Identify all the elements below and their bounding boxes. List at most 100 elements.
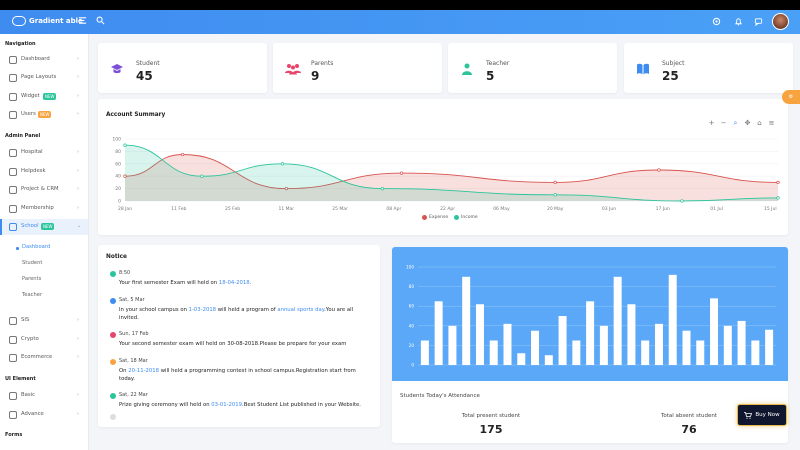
basic-icon (9, 392, 17, 400)
legend-expense[interactable]: Expense (422, 215, 448, 220)
sidebar-item-project-crm[interactable]: Project & CRM › (0, 182, 88, 198)
sidebar-item-label: Membership (21, 205, 54, 211)
book-icon (9, 223, 17, 231)
bell-icon[interactable] (734, 17, 743, 26)
settings-icon[interactable] (712, 17, 721, 26)
stat-label: Parents (311, 60, 334, 67)
buy-now-button[interactable]: Buy Now (737, 404, 787, 426)
chevron-right-icon: › (77, 186, 79, 192)
check-icon (110, 271, 116, 277)
menu-toggle-icon[interactable] (78, 16, 87, 25)
layout-icon (9, 74, 17, 82)
sidebar-item-basic[interactable]: Basic › (0, 388, 88, 404)
sidebar-item-page-layouts[interactable]: Page Layouts › (0, 70, 88, 86)
notice-card: Notice 8:50 Your first semester Exam wil… (98, 245, 380, 427)
data-point-income (280, 162, 285, 166)
y-tick-label: 100 (112, 137, 121, 143)
bar (462, 276, 471, 365)
active-dot (16, 247, 19, 250)
data-point-expense (657, 168, 661, 172)
sidebar-item-label: Ecommerce (21, 354, 53, 360)
student-icon (111, 64, 123, 74)
chevron-right-icon: › (77, 93, 79, 99)
notice-text-part: . (249, 280, 252, 286)
sidebar-item-helpdesk[interactable]: Helpdesk › (0, 164, 88, 180)
x-tick-label: 25 Feb (225, 206, 240, 212)
bar (586, 301, 595, 365)
sidebar-item-label: Crypto (21, 336, 39, 342)
app-window: Gradient able Navigation Dashboard › Pag… (0, 10, 800, 450)
notice-link[interactable]: annual sports day (277, 307, 324, 313)
chevron-right-icon: › (77, 74, 79, 80)
notice-link[interactable]: 03-01-2019 (211, 402, 242, 408)
section-ui-element: UI Element (5, 376, 36, 382)
bar (682, 330, 691, 365)
users-icon (9, 111, 17, 119)
sidebar-item-label: Advance (21, 411, 44, 417)
sidebar-item-hospital[interactable]: Hospital › (0, 145, 88, 161)
sidebar-item-label: Dashboard (21, 56, 50, 62)
sidebar-item-ecommerce[interactable]: Ecommerce › (0, 350, 88, 366)
x-tick-label: 06 May (493, 206, 510, 212)
sidebar-subitem-parents[interactable]: Parents (0, 274, 88, 286)
notice-text: Your first semester Exam will held on 18… (119, 279, 369, 287)
legend-label: Expense (429, 215, 449, 220)
x-tick-label: 11 Mar (279, 206, 295, 212)
top-bar: Gradient able (0, 10, 800, 34)
notice-text-part: In your school campus on (119, 307, 189, 313)
sidebar-item-sis[interactable]: SIS › (0, 313, 88, 329)
status-dot (110, 393, 116, 399)
legend-income[interactable]: Income (454, 215, 478, 220)
sidebar-item-membership[interactable]: Membership › (0, 201, 88, 217)
sidebar-subitem-dashboard[interactable]: Dashboard (0, 242, 88, 254)
user-avatar[interactable] (772, 13, 789, 30)
widget-icon (9, 93, 17, 101)
chevron-right-icon: › (77, 205, 79, 211)
sidebar-subitem-student[interactable]: Student (0, 258, 88, 270)
stat-card-teacher: Teacher 5 (448, 43, 617, 93)
bar (517, 353, 526, 365)
brand-logo[interactable]: Gradient able (12, 16, 83, 26)
notice-link[interactable]: 18-04-2018 (219, 280, 250, 286)
stat-card-student: Student 45 (98, 43, 267, 93)
present-value: 175 (479, 423, 503, 436)
sidebar-item-label: SIS (21, 317, 30, 323)
chevron-right-icon: › (77, 317, 79, 323)
notice-link[interactable]: 1-03-2018 (189, 307, 216, 313)
sidebar-item-advance[interactable]: Advance › (0, 407, 88, 423)
stat-card-parents: Parents 9 (273, 43, 442, 93)
sidebar-item-users[interactable]: Users NEW › (0, 107, 88, 123)
chevron-right-icon: › (77, 392, 79, 398)
bar (448, 325, 457, 365)
x-tick-label: 20 May (547, 206, 564, 212)
notice-text-part: Your second semester exam will held on 3… (119, 341, 347, 347)
data-point-income (680, 199, 684, 203)
sidebar-item-school[interactable]: School NEW ⌄ (0, 219, 88, 235)
attendance-card: 0 20 40 60 80 100 Students Today's Attendance… (392, 247, 788, 443)
notice-link[interactable]: 20-11-2018 (128, 368, 159, 374)
notice-text: In your school campus on 1-03-2018 will … (119, 306, 369, 322)
bar (599, 325, 608, 365)
legend-swatch (422, 215, 427, 220)
sidebar-item-dashboard[interactable]: Dashboard › (0, 52, 88, 68)
search-icon[interactable] (96, 16, 105, 25)
chevron-right-icon: › (77, 411, 79, 417)
notice-time: 8:50 (119, 270, 131, 276)
bar (572, 340, 581, 365)
settings-fab[interactable]: ⚙ (782, 90, 800, 104)
notice-text: On 20-11-2018 will held a programming co… (119, 367, 369, 383)
card-title: Notice (106, 254, 127, 260)
chevron-right-icon: › (77, 149, 79, 155)
sidebar-item-widget[interactable]: Widget NEW › (0, 89, 88, 105)
x-tick-label: 08 Apr (386, 206, 401, 212)
new-badge: NEW (38, 111, 52, 118)
new-badge: NEW (43, 93, 57, 100)
sidebar-item-crypto[interactable]: Crypto › (0, 332, 88, 348)
bar (710, 298, 719, 365)
sidebar-item-label: Users (21, 111, 36, 117)
x-tick-label: 15 Jul (764, 206, 777, 212)
chat-icon[interactable] (754, 17, 763, 26)
home-icon (9, 56, 17, 64)
bar (475, 304, 484, 365)
sidebar-subitem-teacher[interactable]: Teacher (0, 290, 88, 302)
